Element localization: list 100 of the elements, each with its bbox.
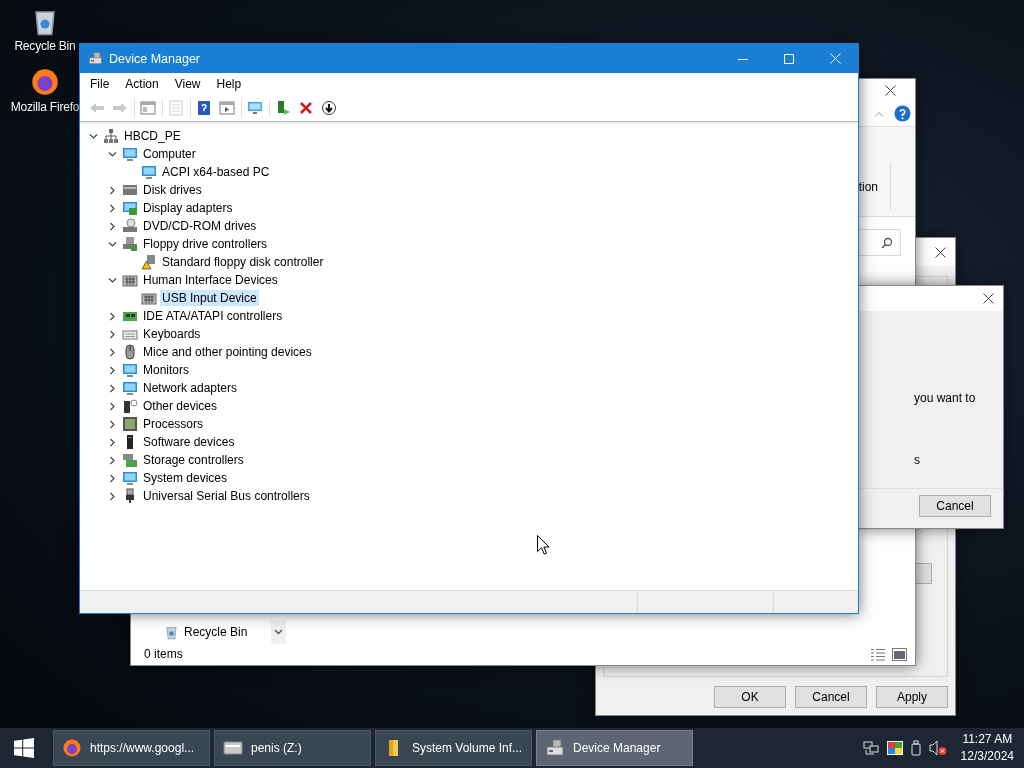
tree-item[interactable]: Mice and other pointing devices (141, 344, 314, 360)
taskbar-button[interactable]: penis (Z:) (214, 730, 371, 766)
computer-device-icon (545, 738, 565, 758)
tree-item[interactable]: Software devices (141, 434, 237, 450)
chevron-icon[interactable] (107, 365, 117, 375)
update-driver-icon[interactable] (275, 100, 291, 116)
chevron-icon[interactable] (107, 329, 117, 339)
chevron-icon[interactable] (107, 401, 117, 411)
down-arrow-circle-icon[interactable] (321, 100, 337, 116)
help-book-icon[interactable] (196, 100, 212, 116)
tree-item[interactable]: Display adapters (141, 200, 235, 216)
chevron-icon[interactable] (107, 383, 117, 393)
scroll-down-button[interactable] (271, 620, 286, 644)
close-icon (829, 53, 841, 64)
processor-icon (122, 416, 138, 432)
tree-item[interactable]: Network adapters (141, 380, 240, 396)
monitor-icon (141, 164, 157, 180)
close-icon[interactable] (885, 84, 896, 96)
preview-view-icon[interactable] (892, 647, 907, 661)
taskbar-button[interactable]: System Volume Inf... (375, 730, 532, 766)
tree-item[interactable]: Keyboards (141, 326, 203, 342)
details-view-icon[interactable] (870, 647, 886, 661)
chevron-icon[interactable] (107, 275, 117, 285)
usb-drive-icon[interactable] (910, 740, 921, 756)
chevron-icon[interactable] (107, 347, 117, 357)
mouse-icon (122, 344, 138, 360)
storage-controller-icon (122, 452, 138, 468)
close-icon[interactable] (935, 246, 946, 258)
muted-speaker-icon[interactable] (928, 740, 947, 756)
desktop-icon-label[interactable]: Mozilla Firefo (10, 100, 80, 114)
chevron-icon[interactable] (107, 455, 117, 465)
input-device-icon (122, 272, 138, 288)
cancel-button[interactable]: Cancel (919, 495, 991, 517)
tree-item[interactable]: Processors (141, 416, 206, 432)
monitor-icon (122, 380, 138, 396)
taskbar-button[interactable]: https://www.googl... (53, 730, 210, 766)
clock-time[interactable]: 11:27 AM (962, 731, 1013, 748)
dialog-button[interactable]: Cancel (795, 686, 867, 708)
chevron-icon[interactable] (107, 491, 117, 501)
chevron-icon[interactable] (107, 149, 117, 159)
clock-date[interactable]: 12/3/2024 (960, 748, 1014, 765)
tree-item[interactable]: Storage controllers (141, 452, 246, 468)
maximize-icon (784, 53, 794, 64)
chevron-icon[interactable] (107, 203, 117, 213)
tree-item[interactable]: System devices (141, 470, 230, 486)
unknown-device-icon (122, 398, 138, 414)
delete-icon[interactable] (298, 100, 314, 116)
monitor-icon (122, 470, 138, 486)
tree-item[interactable]: Monitors (141, 362, 191, 378)
tree-item[interactable]: Computer (141, 146, 198, 162)
nav-item[interactable]: Recycle Bin (184, 625, 248, 639)
browser-icon (62, 738, 82, 758)
menu-item[interactable]: Action (117, 74, 167, 94)
menu-item[interactable]: Help (208, 74, 250, 94)
desktop-icon-label[interactable]: Recycle Bin (14, 39, 76, 53)
monitor-scan-icon[interactable] (247, 100, 263, 116)
chevron-icon[interactable] (107, 419, 117, 429)
tree-item[interactable]: Disk drives (141, 182, 204, 198)
warning-drive-icon (141, 254, 157, 270)
tree-item[interactable]: ACPI x64-based PC (160, 164, 272, 180)
tree-item[interactable]: Other devices (141, 398, 220, 414)
tree-item[interactable]: HBCD_PE (122, 128, 183, 144)
monitor-icon (122, 362, 138, 378)
color-palette-icon[interactable] (886, 741, 903, 755)
dialog-text: s (914, 453, 921, 467)
drive-icon (223, 738, 243, 758)
tree-item[interactable]: IDE ATA/ATAPI controllers (141, 308, 285, 324)
tree-item[interactable]: Universal Serial Bus controllers (141, 488, 312, 504)
dialog-button[interactable]: Apply (876, 686, 948, 708)
mouse-pointer-icon (537, 535, 550, 555)
taskbar-button[interactable]: Device Manager (536, 730, 693, 766)
chevron-icon[interactable] (107, 185, 117, 195)
chevron-icon[interactable] (88, 131, 98, 141)
chevron-icon[interactable] (107, 221, 117, 231)
close-icon[interactable] (983, 293, 994, 304)
chevron-icon[interactable] (107, 473, 117, 483)
browser-icon[interactable] (30, 67, 60, 97)
tree-item[interactable]: Standard floppy disk controller (160, 254, 326, 270)
input-device-icon (141, 290, 157, 306)
tree-item[interactable]: Floppy drive controllers (141, 236, 270, 252)
menu-item[interactable]: View (166, 74, 209, 94)
network-tree-icon (103, 128, 119, 144)
display-adapter-icon (122, 200, 138, 216)
chevron-icon[interactable] (107, 311, 117, 321)
window-title: Device Manager (109, 51, 201, 66)
ribbon-label[interactable]: tion (858, 179, 878, 194)
tree-item[interactable]: DVD/CD-ROM drives (141, 218, 259, 234)
chevron-icon[interactable] (107, 437, 117, 447)
dialog-button[interactable]: OK (714, 686, 786, 708)
drive-icon (122, 182, 138, 198)
help-icon[interactable] (894, 105, 911, 122)
search-icon (881, 236, 893, 249)
tree-item[interactable]: Human Interface Devices (141, 272, 280, 288)
chevron-icon[interactable] (107, 239, 117, 249)
menu-item[interactable]: File (82, 74, 118, 94)
item-count: 0 items (144, 647, 183, 661)
recycle-bin-icon (164, 624, 179, 640)
window-play-icon[interactable] (219, 100, 235, 116)
tree-item[interactable]: USB Input Device (160, 290, 259, 306)
network-icon[interactable] (862, 741, 879, 755)
